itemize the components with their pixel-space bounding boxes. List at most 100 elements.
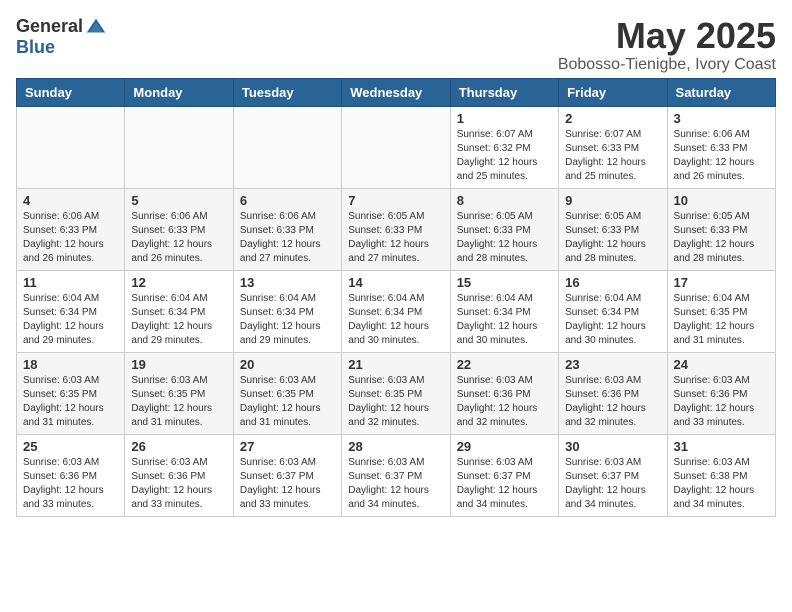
calendar-cell: 28 Sunrise: 6:03 AM Sunset: 6:37 PM Dayli… <box>342 434 450 516</box>
calendar-cell: 26 Sunrise: 6:03 AM Sunset: 6:36 PM Dayli… <box>125 434 233 516</box>
day-number: 24 <box>674 357 769 372</box>
calendar-cell: 22 Sunrise: 6:03 AM Sunset: 6:36 PM Dayli… <box>450 352 558 434</box>
calendar-cell: 27 Sunrise: 6:03 AM Sunset: 6:37 PM Dayli… <box>233 434 341 516</box>
calendar-cell: 30Sunrise: 6:03 AM Sunset: 6:37 PM Dayli… <box>559 434 667 516</box>
calendar-cell: 10 Sunrise: 6:05 AM Sunset: 6:33 PM Dayli… <box>667 188 775 270</box>
calendar-cell: 18Sunrise: 6:03 AM Sunset: 6:35 PM Dayli… <box>17 352 125 434</box>
day-number: 1 <box>457 111 552 126</box>
calendar-cell: 31 Sunrise: 6:03 AM Sunset: 6:38 PM Dayli… <box>667 434 775 516</box>
day-info: Sunrise: 6:03 AM Sunset: 6:38 PM Dayligh… <box>674 456 769 512</box>
calendar-cell <box>17 106 125 188</box>
calendar-cell: 3 Sunrise: 6:06 AM Sunset: 6:33 PM Daylig… <box>667 106 775 188</box>
day-info: Sunrise: 6:06 AM Sunset: 6:33 PM Dayligh… <box>674 128 769 184</box>
day-info: Sunrise: 6:03 AM Sunset: 6:36 PM Dayligh… <box>23 456 118 512</box>
day-number: 17 <box>674 275 769 290</box>
logo-blue: Blue <box>16 38 55 58</box>
day-info: Sunrise: 6:03 AM Sunset: 6:36 PM Dayligh… <box>131 456 226 512</box>
calendar-cell <box>342 106 450 188</box>
calendar-cell: 12 Sunrise: 6:04 AM Sunset: 6:34 PM Dayli… <box>125 270 233 352</box>
calendar-cell: 11 Sunrise: 6:04 AM Sunset: 6:34 PM Dayli… <box>17 270 125 352</box>
day-number: 26 <box>131 439 226 454</box>
day-info: Sunrise: 6:03 AM Sunset: 6:37 PM Dayligh… <box>240 456 335 512</box>
logo-icon <box>85 16 107 38</box>
day-number: 16 <box>565 275 660 290</box>
day-info: Sunrise: 6:07 AM Sunset: 6:32 PM Dayligh… <box>457 128 552 184</box>
calendar-cell: 25 Sunrise: 6:03 AM Sunset: 6:36 PM Dayli… <box>17 434 125 516</box>
day-info: Sunrise: 6:04 AM Sunset: 6:34 PM Dayligh… <box>23 292 118 348</box>
calendar-cell: 14Sunrise: 6:04 AM Sunset: 6:34 PM Dayli… <box>342 270 450 352</box>
day-number: 28 <box>348 439 443 454</box>
day-number: 11 <box>23 275 118 290</box>
title-area: May 2025 Bobosso-Tienigbe, Ivory Coast <box>558 16 776 74</box>
day-info: Sunrise: 6:07 AM Sunset: 6:33 PM Dayligh… <box>565 128 660 184</box>
calendar-cell: 8 Sunrise: 6:05 AM Sunset: 6:33 PM Daylig… <box>450 188 558 270</box>
day-number: 20 <box>240 357 335 372</box>
day-info: Sunrise: 6:04 AM Sunset: 6:34 PM Dayligh… <box>565 292 660 348</box>
day-number: 7 <box>348 193 443 208</box>
day-number: 6 <box>240 193 335 208</box>
logo: General Blue <box>16 16 107 58</box>
day-number: 25 <box>23 439 118 454</box>
calendar-cell: 13Sunrise: 6:04 AM Sunset: 6:34 PM Dayli… <box>233 270 341 352</box>
calendar-cell: 29 Sunrise: 6:03 AM Sunset: 6:37 PM Dayli… <box>450 434 558 516</box>
day-info: Sunrise: 6:06 AM Sunset: 6:33 PM Dayligh… <box>23 210 118 266</box>
calendar-week-3: 11 Sunrise: 6:04 AM Sunset: 6:34 PM Dayli… <box>17 270 776 352</box>
calendar-cell: 5Sunrise: 6:06 AM Sunset: 6:33 PM Daylig… <box>125 188 233 270</box>
calendar-cell: 23Sunrise: 6:03 AM Sunset: 6:36 PM Dayli… <box>559 352 667 434</box>
day-number: 31 <box>674 439 769 454</box>
day-info: Sunrise: 6:03 AM Sunset: 6:37 PM Dayligh… <box>457 456 552 512</box>
calendar-cell: 16 Sunrise: 6:04 AM Sunset: 6:34 PM Dayli… <box>559 270 667 352</box>
day-info: Sunrise: 6:06 AM Sunset: 6:33 PM Dayligh… <box>240 210 335 266</box>
weekday-sunday: Sunday <box>17 78 125 106</box>
calendar-cell: 2 Sunrise: 6:07 AM Sunset: 6:33 PM Daylig… <box>559 106 667 188</box>
day-number: 10 <box>674 193 769 208</box>
day-number: 15 <box>457 275 552 290</box>
day-info: Sunrise: 6:03 AM Sunset: 6:36 PM Dayligh… <box>674 374 769 430</box>
day-number: 19 <box>131 357 226 372</box>
calendar-cell: 21 Sunrise: 6:03 AM Sunset: 6:35 PM Dayli… <box>342 352 450 434</box>
calendar-cell: 17Sunrise: 6:04 AM Sunset: 6:35 PM Dayli… <box>667 270 775 352</box>
day-info: Sunrise: 6:04 AM Sunset: 6:34 PM Dayligh… <box>457 292 552 348</box>
logo-general: General <box>16 17 83 37</box>
calendar-cell: 9Sunrise: 6:05 AM Sunset: 6:33 PM Daylig… <box>559 188 667 270</box>
calendar-week-5: 25 Sunrise: 6:03 AM Sunset: 6:36 PM Dayli… <box>17 434 776 516</box>
day-number: 27 <box>240 439 335 454</box>
day-number: 8 <box>457 193 552 208</box>
location-title: Bobosso-Tienigbe, Ivory Coast <box>558 56 776 74</box>
calendar-week-4: 18Sunrise: 6:03 AM Sunset: 6:35 PM Dayli… <box>17 352 776 434</box>
day-number: 23 <box>565 357 660 372</box>
day-number: 22 <box>457 357 552 372</box>
weekday-friday: Friday <box>559 78 667 106</box>
day-number: 3 <box>674 111 769 126</box>
day-info: Sunrise: 6:03 AM Sunset: 6:37 PM Dayligh… <box>565 456 660 512</box>
day-number: 12 <box>131 275 226 290</box>
day-info: Sunrise: 6:03 AM Sunset: 6:35 PM Dayligh… <box>131 374 226 430</box>
day-info: Sunrise: 6:03 AM Sunset: 6:35 PM Dayligh… <box>240 374 335 430</box>
day-info: Sunrise: 6:04 AM Sunset: 6:34 PM Dayligh… <box>131 292 226 348</box>
day-info: Sunrise: 6:05 AM Sunset: 6:33 PM Dayligh… <box>457 210 552 266</box>
calendar-cell: 4Sunrise: 6:06 AM Sunset: 6:33 PM Daylig… <box>17 188 125 270</box>
calendar-cell: 19 Sunrise: 6:03 AM Sunset: 6:35 PM Dayli… <box>125 352 233 434</box>
page-header: General Blue May 2025 Bobosso-Tienigbe, … <box>16 16 776 74</box>
day-info: Sunrise: 6:03 AM Sunset: 6:35 PM Dayligh… <box>348 374 443 430</box>
weekday-monday: Monday <box>125 78 233 106</box>
weekday-header-row: SundayMondayTuesdayWednesdayThursdayFrid… <box>17 78 776 106</box>
day-number: 29 <box>457 439 552 454</box>
day-info: Sunrise: 6:03 AM Sunset: 6:36 PM Dayligh… <box>457 374 552 430</box>
calendar-table: SundayMondayTuesdayWednesdayThursdayFrid… <box>16 78 776 517</box>
weekday-saturday: Saturday <box>667 78 775 106</box>
calendar-cell <box>233 106 341 188</box>
weekday-tuesday: Tuesday <box>233 78 341 106</box>
day-number: 21 <box>348 357 443 372</box>
day-info: Sunrise: 6:05 AM Sunset: 6:33 PM Dayligh… <box>348 210 443 266</box>
day-number: 9 <box>565 193 660 208</box>
day-info: Sunrise: 6:03 AM Sunset: 6:37 PM Dayligh… <box>348 456 443 512</box>
day-number: 2 <box>565 111 660 126</box>
day-info: Sunrise: 6:05 AM Sunset: 6:33 PM Dayligh… <box>674 210 769 266</box>
day-number: 14 <box>348 275 443 290</box>
weekday-wednesday: Wednesday <box>342 78 450 106</box>
calendar-cell: 20 Sunrise: 6:03 AM Sunset: 6:35 PM Dayli… <box>233 352 341 434</box>
calendar-body: 1 Sunrise: 6:07 AM Sunset: 6:32 PM Daylig… <box>17 106 776 516</box>
calendar-cell: 1 Sunrise: 6:07 AM Sunset: 6:32 PM Daylig… <box>450 106 558 188</box>
weekday-thursday: Thursday <box>450 78 558 106</box>
